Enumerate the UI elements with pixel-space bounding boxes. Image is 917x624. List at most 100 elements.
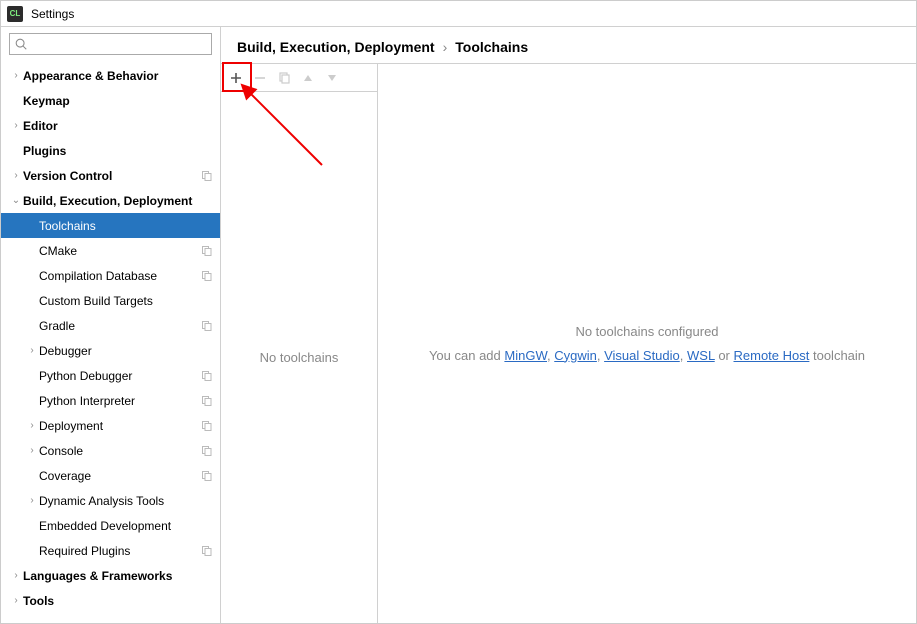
search-icon <box>14 37 28 51</box>
sidebar-item-languages-frameworks[interactable]: Languages & Frameworks <box>1 563 220 588</box>
search-input[interactable] <box>14 37 207 51</box>
sidebar-item-coverage[interactable]: Coverage <box>1 463 220 488</box>
sidebar-item-keymap[interactable]: Keymap <box>1 88 220 113</box>
sidebar-item-python-interpreter[interactable]: Python Interpreter <box>1 388 220 413</box>
sidebar-item-label: Gradle <box>39 319 200 333</box>
remove-button[interactable] <box>249 67 271 89</box>
window-title: Settings <box>31 7 74 21</box>
add-button[interactable] <box>225 67 247 89</box>
sidebar-item-tools[interactable]: Tools <box>1 588 220 613</box>
tree-arrow-icon <box>9 195 23 206</box>
minus-icon <box>253 71 267 85</box>
list-toolbar <box>221 64 377 92</box>
project-scope-icon <box>200 469 214 483</box>
chevron-right-icon: › <box>443 39 448 55</box>
tree-arrow-icon <box>25 345 39 356</box>
project-scope-icon <box>200 369 214 383</box>
project-scope-icon <box>200 444 214 458</box>
toolchain-list-panel: No toolchains <box>221 63 377 623</box>
sidebar-item-debugger[interactable]: Debugger <box>1 338 220 363</box>
tree-arrow-icon <box>9 595 23 606</box>
sidebar-item-label: Toolchains <box>39 219 214 233</box>
sidebar-item-label: Deployment <box>39 419 200 433</box>
empty-hint: You can add MinGW, Cygwin, Visual Studio… <box>429 344 865 367</box>
sidebar-item-required-plugins[interactable]: Required Plugins <box>1 538 220 563</box>
content-panel: Build, Execution, Deployment › Toolchain… <box>221 27 916 623</box>
move-up-button[interactable] <box>297 67 319 89</box>
tree-arrow-icon <box>9 120 23 131</box>
sidebar-item-label: Custom Build Targets <box>39 294 214 308</box>
hint-or: or <box>715 348 734 363</box>
project-scope-icon <box>200 244 214 258</box>
sidebar-item-version-control[interactable]: Version Control <box>1 163 220 188</box>
sidebar-item-compilation-database[interactable]: Compilation Database <box>1 263 220 288</box>
triangle-down-icon <box>326 72 338 84</box>
sidebar-item-label: Compilation Database <box>39 269 200 283</box>
sidebar-item-console[interactable]: Console <box>1 438 220 463</box>
tree-arrow-icon <box>25 420 39 431</box>
settings-tree: Appearance & Behavior Keymap Editor Plugins… <box>1 61 220 623</box>
sidebar-item-label: Console <box>39 444 200 458</box>
sidebar-item-gradle[interactable]: Gradle <box>1 313 220 338</box>
link-remote-host[interactable]: Remote Host <box>734 348 810 363</box>
link-cygwin[interactable]: Cygwin <box>554 348 597 363</box>
sidebar-item-label: Coverage <box>39 469 200 483</box>
sidebar-item-cmake[interactable]: CMake <box>1 238 220 263</box>
project-scope-icon <box>200 394 214 408</box>
sidebar-item-label: Required Plugins <box>39 544 200 558</box>
tree-arrow-icon <box>9 170 23 181</box>
project-scope-icon <box>200 544 214 558</box>
sidebar-item-embedded-development[interactable]: Embedded Development <box>1 513 220 538</box>
hint-prefix: You can add <box>429 348 504 363</box>
sidebar-item-custom-build-targets[interactable]: Custom Build Targets <box>1 288 220 313</box>
app-icon: CL <box>7 6 23 22</box>
sidebar-item-label: Dynamic Analysis Tools <box>39 494 214 508</box>
link-mingw[interactable]: MinGW <box>504 348 547 363</box>
link-visual-studio[interactable]: Visual Studio <box>604 348 680 363</box>
project-scope-icon <box>200 269 214 283</box>
sidebar-item-python-debugger[interactable]: Python Debugger <box>1 363 220 388</box>
sidebar-item-label: Debugger <box>39 344 214 358</box>
project-scope-icon <box>200 169 214 183</box>
main-area: Appearance & Behavior Keymap Editor Plugins… <box>1 27 916 623</box>
content-body: No toolchains No toolchains configured Y… <box>221 63 916 623</box>
tree-arrow-icon <box>9 70 23 81</box>
move-down-button[interactable] <box>321 67 343 89</box>
triangle-up-icon <box>302 72 314 84</box>
project-scope-icon <box>200 319 214 333</box>
empty-title: No toolchains configured <box>429 320 865 343</box>
titlebar: CL Settings <box>1 1 916 27</box>
sidebar-item-label: Appearance & Behavior <box>23 69 214 83</box>
link-wsl[interactable]: WSL <box>687 348 715 363</box>
sidebar-item-plugins[interactable]: Plugins <box>1 138 220 163</box>
tree-arrow-icon <box>25 495 39 506</box>
sidebar-item-label: Python Debugger <box>39 369 200 383</box>
sidebar-item-dynamic-analysis-tools[interactable]: Dynamic Analysis Tools <box>1 488 220 513</box>
sidebar-item-label: Languages & Frameworks <box>23 569 214 583</box>
sidebar-item-editor[interactable]: Editor <box>1 113 220 138</box>
sidebar-item-label: Embedded Development <box>39 519 214 533</box>
sidebar-item-label: Python Interpreter <box>39 394 200 408</box>
search-box[interactable] <box>9 33 212 55</box>
sidebar-item-label: CMake <box>39 244 200 258</box>
sidebar-item-label: Keymap <box>23 94 214 108</box>
settings-sidebar: Appearance & Behavior Keymap Editor Plugins… <box>1 27 221 623</box>
tree-arrow-icon <box>9 570 23 581</box>
breadcrumb: Build, Execution, Deployment › Toolchain… <box>221 27 916 63</box>
sidebar-item-label: Tools <box>23 594 214 608</box>
sidebar-item-appearance-behavior[interactable]: Appearance & Behavior <box>1 63 220 88</box>
project-scope-icon <box>200 419 214 433</box>
search-row <box>1 27 220 61</box>
hint-suffix: toolchain <box>809 348 865 363</box>
sidebar-item-toolchains[interactable]: Toolchains <box>1 213 220 238</box>
tree-arrow-icon <box>25 445 39 456</box>
sidebar-item-deployment[interactable]: Deployment <box>1 413 220 438</box>
copy-button[interactable] <box>273 67 295 89</box>
list-empty-placeholder: No toolchains <box>221 92 377 623</box>
copy-icon <box>277 71 291 85</box>
toolchain-detail-panel: No toolchains configured You can add Min… <box>377 63 916 623</box>
sidebar-item-label: Editor <box>23 119 214 133</box>
sidebar-item-build-execution-deployment[interactable]: Build, Execution, Deployment <box>1 188 220 213</box>
breadcrumb-parent[interactable]: Build, Execution, Deployment <box>237 39 435 55</box>
empty-state: No toolchains configured You can add Min… <box>429 320 865 367</box>
